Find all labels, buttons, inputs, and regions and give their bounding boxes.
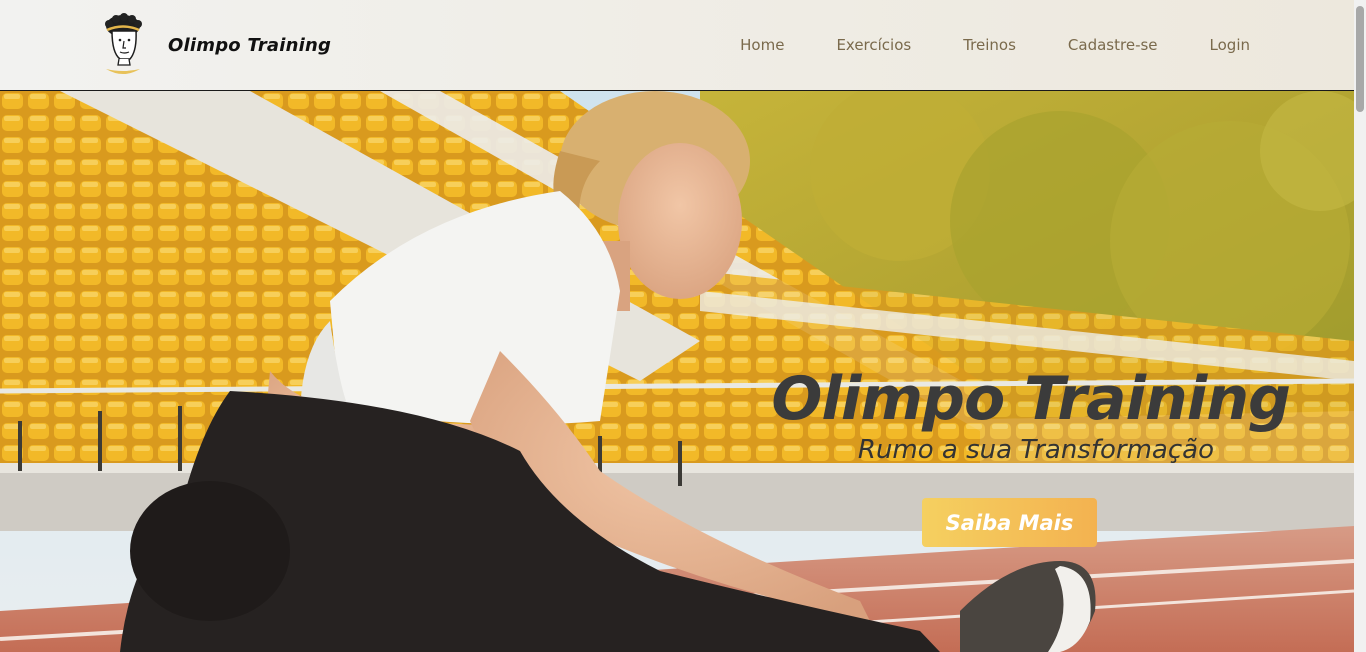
- page-scrollbar[interactable]: [1354, 0, 1366, 652]
- greek-god-bust-icon: [105, 13, 142, 74]
- nav-cadastre-se[interactable]: Cadastre-se: [1042, 36, 1184, 54]
- navbar: Olimpo Training Home Exercícios Treinos …: [0, 0, 1354, 91]
- nav-login[interactable]: Login: [1184, 36, 1250, 54]
- saiba-mais-button[interactable]: Saiba Mais: [922, 498, 1097, 547]
- scrollbar-thumb[interactable]: [1356, 6, 1364, 112]
- nav-exercicios[interactable]: Exercícios: [810, 36, 937, 54]
- nav-treinos[interactable]: Treinos: [937, 36, 1042, 54]
- hero-text: Olimpo Training Rumo a sua Transformação: [771, 364, 1291, 465]
- nav-home[interactable]: Home: [714, 36, 810, 54]
- page: Olimpo Training Home Exercícios Treinos …: [0, 0, 1366, 652]
- hero-section: Olimpo Training Rumo a sua Transformação…: [0, 91, 1354, 652]
- main-nav: Home Exercícios Treinos Cadastre-se Logi…: [714, 0, 1250, 90]
- hero-title: Olimpo Training: [771, 364, 1291, 434]
- brand[interactable]: Olimpo Training: [100, 10, 331, 80]
- brand-name: Olimpo Training: [168, 34, 332, 56]
- hero-subtitle: Rumo a sua Transformação: [857, 435, 1214, 465]
